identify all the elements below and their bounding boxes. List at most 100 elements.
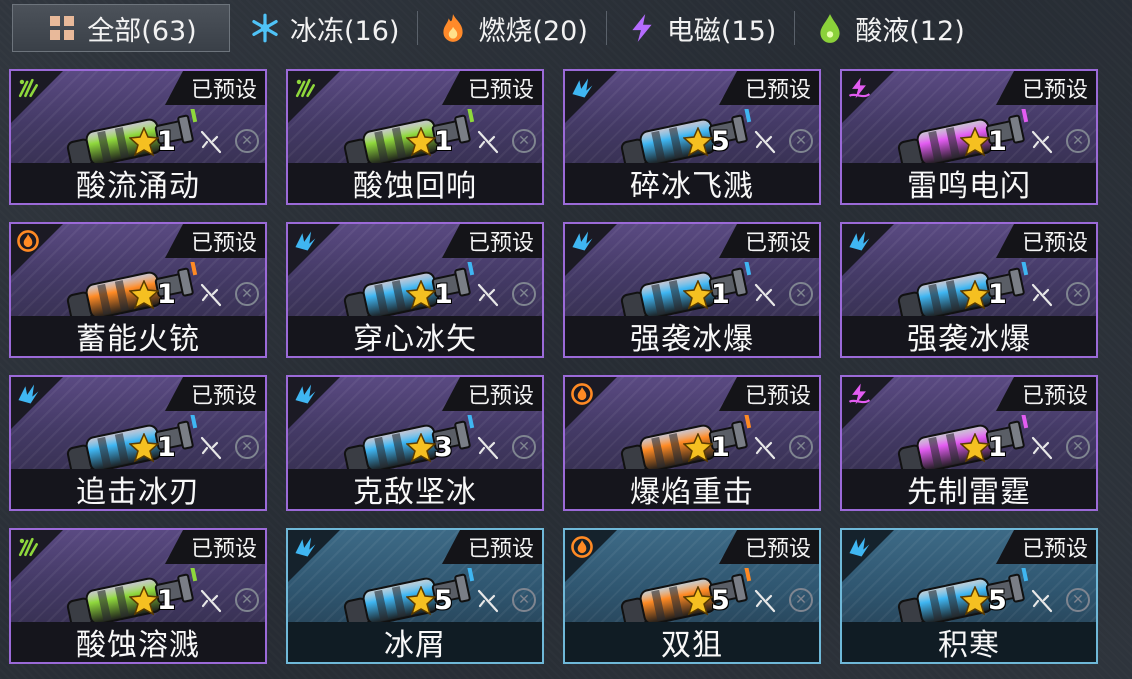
star-icon xyxy=(128,585,160,616)
grid-icon xyxy=(45,11,79,45)
unequip-button[interactable]: ✕ xyxy=(235,129,259,153)
module-card[interactable]: 已预设 1 ✕ 爆焰重击 xyxy=(563,375,821,511)
star-level: 1 xyxy=(988,432,1007,463)
preset-badge: 已预设 xyxy=(442,530,542,564)
tab-label: 全部(63) xyxy=(87,15,197,47)
unequip-button[interactable]: ✕ xyxy=(789,129,813,153)
weapon-type-icon xyxy=(1030,435,1054,461)
star-icon xyxy=(128,126,160,157)
tab-snowflake[interactable]: 冰冻(16) xyxy=(230,4,417,52)
module-name: 冰屑 xyxy=(288,622,542,662)
module-card[interactable]: 已预设 5 ✕ 冰屑 xyxy=(286,528,544,664)
preset-badge: 已预设 xyxy=(719,71,819,105)
preset-badge: 已预设 xyxy=(165,71,265,105)
module-card[interactable]: 已预设 1 ✕ 先制雷霆 xyxy=(840,375,1098,511)
preset-badge: 已预设 xyxy=(165,530,265,564)
module-grid: 已预设 1 ✕ 酸流涌动 已预设 1 ✕ 酸蚀回响 已预设 5 ✕ 碎冰飞溅 已… xyxy=(9,69,1098,664)
unequip-button[interactable]: ✕ xyxy=(235,588,259,612)
unequip-button[interactable]: ✕ xyxy=(1066,282,1090,306)
unequip-button[interactable]: ✕ xyxy=(789,588,813,612)
element-filter-tabs: 全部(63) 冰冻(16) 燃烧(20) 电磁(15) 酸液(12) xyxy=(0,0,1132,56)
module-card[interactable]: 已预设 5 ✕ 积寒 xyxy=(840,528,1098,664)
weapon-type-icon xyxy=(476,129,500,155)
ice-element-icon xyxy=(290,226,320,256)
module-card[interactable]: 已预设 1 ✕ 追击冰刃 xyxy=(9,375,267,511)
star-icon xyxy=(682,432,714,463)
preset-badge: 已预设 xyxy=(996,377,1096,411)
star-level: 5 xyxy=(988,585,1007,616)
weapon-type-icon xyxy=(476,282,500,308)
module-name: 积寒 xyxy=(842,622,1096,662)
preset-badge: 已预设 xyxy=(996,224,1096,258)
module-card[interactable]: 已预设 1 ✕ 强袭冰爆 xyxy=(563,222,821,358)
module-card[interactable]: 已预设 1 ✕ 蓄能火铳 xyxy=(9,222,267,358)
star-icon xyxy=(405,432,437,463)
module-name: 蓄能火铳 xyxy=(11,316,265,356)
preset-badge: 已预设 xyxy=(719,224,819,258)
unequip-button[interactable]: ✕ xyxy=(235,282,259,306)
star-level: 1 xyxy=(157,432,176,463)
preset-badge: 已预设 xyxy=(996,530,1096,564)
unequip-button[interactable]: ✕ xyxy=(789,282,813,306)
tab-grid[interactable]: 全部(63) xyxy=(12,4,230,52)
ice-element-icon xyxy=(844,226,874,256)
module-card[interactable]: 已预设 5 ✕ 碎冰飞溅 xyxy=(563,69,821,205)
star-level: 1 xyxy=(157,126,176,157)
ice-element-icon xyxy=(290,379,320,409)
unequip-button[interactable]: ✕ xyxy=(512,129,536,153)
weapon-type-icon xyxy=(199,129,223,155)
star-level: 5 xyxy=(711,126,730,157)
weapon-type-icon xyxy=(476,588,500,614)
module-card[interactable]: 已预设 1 ✕ 雷鸣电闪 xyxy=(840,69,1098,205)
unequip-button[interactable]: ✕ xyxy=(789,435,813,459)
star-level: 3 xyxy=(434,432,453,463)
fire-element-icon xyxy=(13,226,43,256)
module-card[interactable]: 已预设 5 ✕ 双狙 xyxy=(563,528,821,664)
unequip-button[interactable]: ✕ xyxy=(1066,588,1090,612)
tab-label: 酸液(12) xyxy=(855,15,965,47)
module-card[interactable]: 已预设 1 ✕ 酸流涌动 xyxy=(9,69,267,205)
module-name: 先制雷霆 xyxy=(842,469,1096,509)
weapon-type-icon xyxy=(476,435,500,461)
module-name: 强袭冰爆 xyxy=(565,316,819,356)
module-name: 强袭冰爆 xyxy=(842,316,1096,356)
unequip-button[interactable]: ✕ xyxy=(1066,435,1090,459)
ice-element-icon xyxy=(13,379,43,409)
module-name: 爆焰重击 xyxy=(565,469,819,509)
star-icon xyxy=(682,585,714,616)
module-card[interactable]: 已预设 1 ✕ 酸蚀溶溅 xyxy=(9,528,267,664)
snowflake-icon xyxy=(248,11,282,45)
tab-acid-drop[interactable]: 酸液(12) xyxy=(795,4,982,52)
star-icon xyxy=(128,279,160,310)
unequip-button[interactable]: ✕ xyxy=(512,588,536,612)
weapon-type-icon xyxy=(753,588,777,614)
weapon-type-icon xyxy=(753,129,777,155)
module-name: 雷鸣电闪 xyxy=(842,163,1096,203)
star-icon xyxy=(405,585,437,616)
unequip-button[interactable]: ✕ xyxy=(1066,129,1090,153)
tab-flame[interactable]: 燃烧(20) xyxy=(418,4,605,52)
tab-lightning[interactable]: 电磁(15) xyxy=(607,4,794,52)
preset-badge: 已预设 xyxy=(442,224,542,258)
preset-badge: 已预设 xyxy=(996,71,1096,105)
star-level: 5 xyxy=(711,585,730,616)
unequip-button[interactable]: ✕ xyxy=(512,435,536,459)
unequip-button[interactable]: ✕ xyxy=(235,435,259,459)
module-card[interactable]: 已预设 1 ✕ 穿心冰矢 xyxy=(286,222,544,358)
fire-element-icon xyxy=(567,532,597,562)
weapon-type-icon xyxy=(199,588,223,614)
star-icon xyxy=(959,585,991,616)
module-name: 酸蚀回响 xyxy=(288,163,542,203)
module-card[interactable]: 已预设 3 ✕ 克敌坚冰 xyxy=(286,375,544,511)
ice-element-icon xyxy=(567,226,597,256)
electric-element-icon xyxy=(844,379,874,409)
unequip-button[interactable]: ✕ xyxy=(512,282,536,306)
electric-element-icon xyxy=(844,73,874,103)
module-card[interactable]: 已预设 1 ✕ 酸蚀回响 xyxy=(286,69,544,205)
star-icon xyxy=(682,126,714,157)
star-icon xyxy=(959,126,991,157)
flame-icon xyxy=(436,11,470,45)
module-card[interactable]: 已预设 1 ✕ 强袭冰爆 xyxy=(840,222,1098,358)
star-icon xyxy=(405,279,437,310)
module-name: 碎冰飞溅 xyxy=(565,163,819,203)
